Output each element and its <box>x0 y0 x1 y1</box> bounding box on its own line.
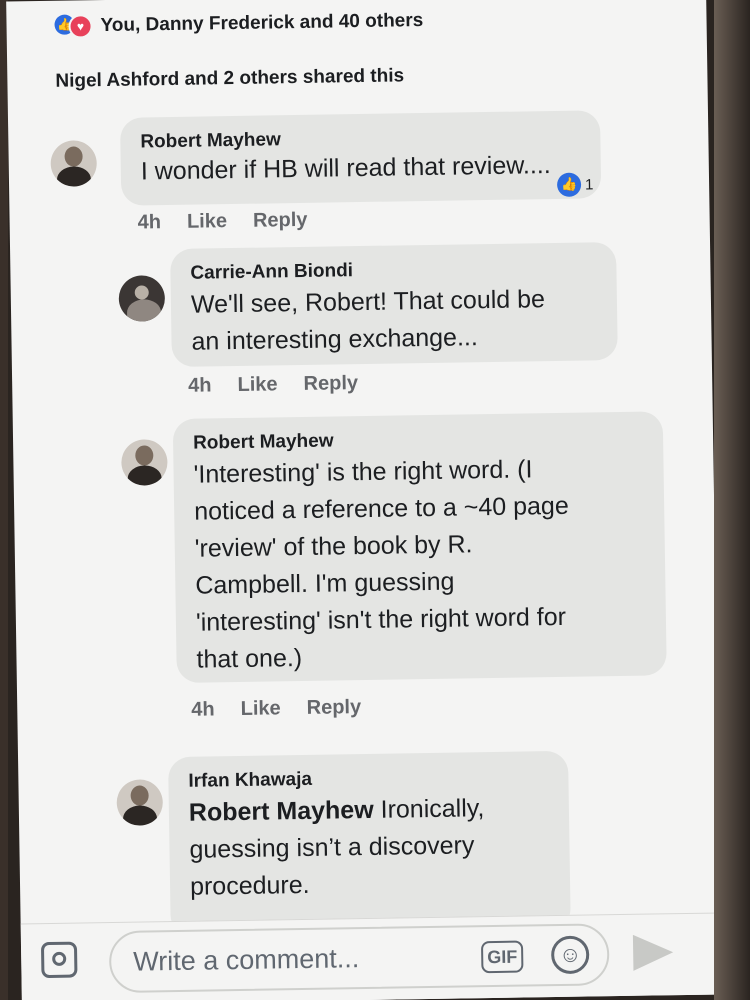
avatar[interactable] <box>118 275 166 322</box>
comment-time: 4h <box>137 211 162 234</box>
shares-summary[interactable]: Nigel Ashford and 2 others shared this <box>55 65 404 92</box>
comment-bubble: Robert Mayhew I wonder if HB will read t… <box>119 110 602 206</box>
comment-input[interactable]: Write a comment... GIF ☺ <box>108 923 610 994</box>
reply-button[interactable]: Reply <box>306 696 361 720</box>
reactions-text: You, Danny Frederick and 40 others <box>100 10 424 37</box>
comment-actions: 4h Like Reply <box>188 372 358 398</box>
comment-text: Robert Mayhew Ironically, guessing isn’t… <box>188 794 485 901</box>
reactions-summary[interactable]: 👍 ♥ You, Danny Frederick and 40 others <box>54 9 423 39</box>
comment-actions: 4h Like Reply <box>137 209 307 235</box>
comment-mention[interactable]: Robert Mayhew <box>189 796 374 827</box>
comment-author[interactable]: Irfan Khawaja <box>188 765 548 793</box>
send-icon[interactable] <box>632 934 674 971</box>
like-button[interactable]: Like <box>187 210 227 234</box>
avatar[interactable] <box>116 779 164 826</box>
phone-frame: 👍 ♥ You, Danny Frederick and 40 others N… <box>0 0 750 1000</box>
camera-icon[interactable] <box>40 941 78 979</box>
comment-time: 4h <box>191 698 215 721</box>
emoji-icon[interactable]: ☺ <box>550 935 590 975</box>
comment-actions: 4h Like Reply <box>191 696 361 722</box>
comment-bubble: Carrie-Ann Biondi We'll see, Robert! Tha… <box>170 242 618 368</box>
like-button[interactable]: Like <box>240 697 280 721</box>
avatar[interactable] <box>50 140 98 187</box>
comment-time: 4h <box>188 374 212 397</box>
avatar[interactable] <box>121 439 168 486</box>
comment-bubble: Robert Mayhew 'Interesting' is the right… <box>172 411 667 683</box>
reply-button[interactable]: Reply <box>303 372 358 396</box>
like-icon: 👍 <box>556 172 582 197</box>
comment-composer: Write a comment... GIF ☺ <box>20 912 722 1000</box>
comment-text: We'll see, Robert! That could be an inte… <box>190 285 546 356</box>
comment-text: 'Interesting' is the right word. (I noti… <box>193 455 569 674</box>
comment-bubble: Irfan Khawaja Robert Mayhew Ironically, … <box>168 750 571 938</box>
love-icon: ♥ <box>68 14 93 39</box>
comments-screen: 👍 ♥ You, Danny Frederick and 40 others N… <box>6 0 722 1000</box>
gif-button[interactable]: GIF <box>480 940 524 974</box>
reply-button[interactable]: Reply <box>253 209 308 233</box>
like-button[interactable]: Like <box>237 373 277 397</box>
comment-text: I wonder if HB will read that review.... <box>140 151 551 186</box>
device-edge <box>714 0 750 1000</box>
comment-reaction-count[interactable]: 👍 1 <box>556 172 594 197</box>
comment-placeholder: Write a comment... <box>133 943 360 977</box>
